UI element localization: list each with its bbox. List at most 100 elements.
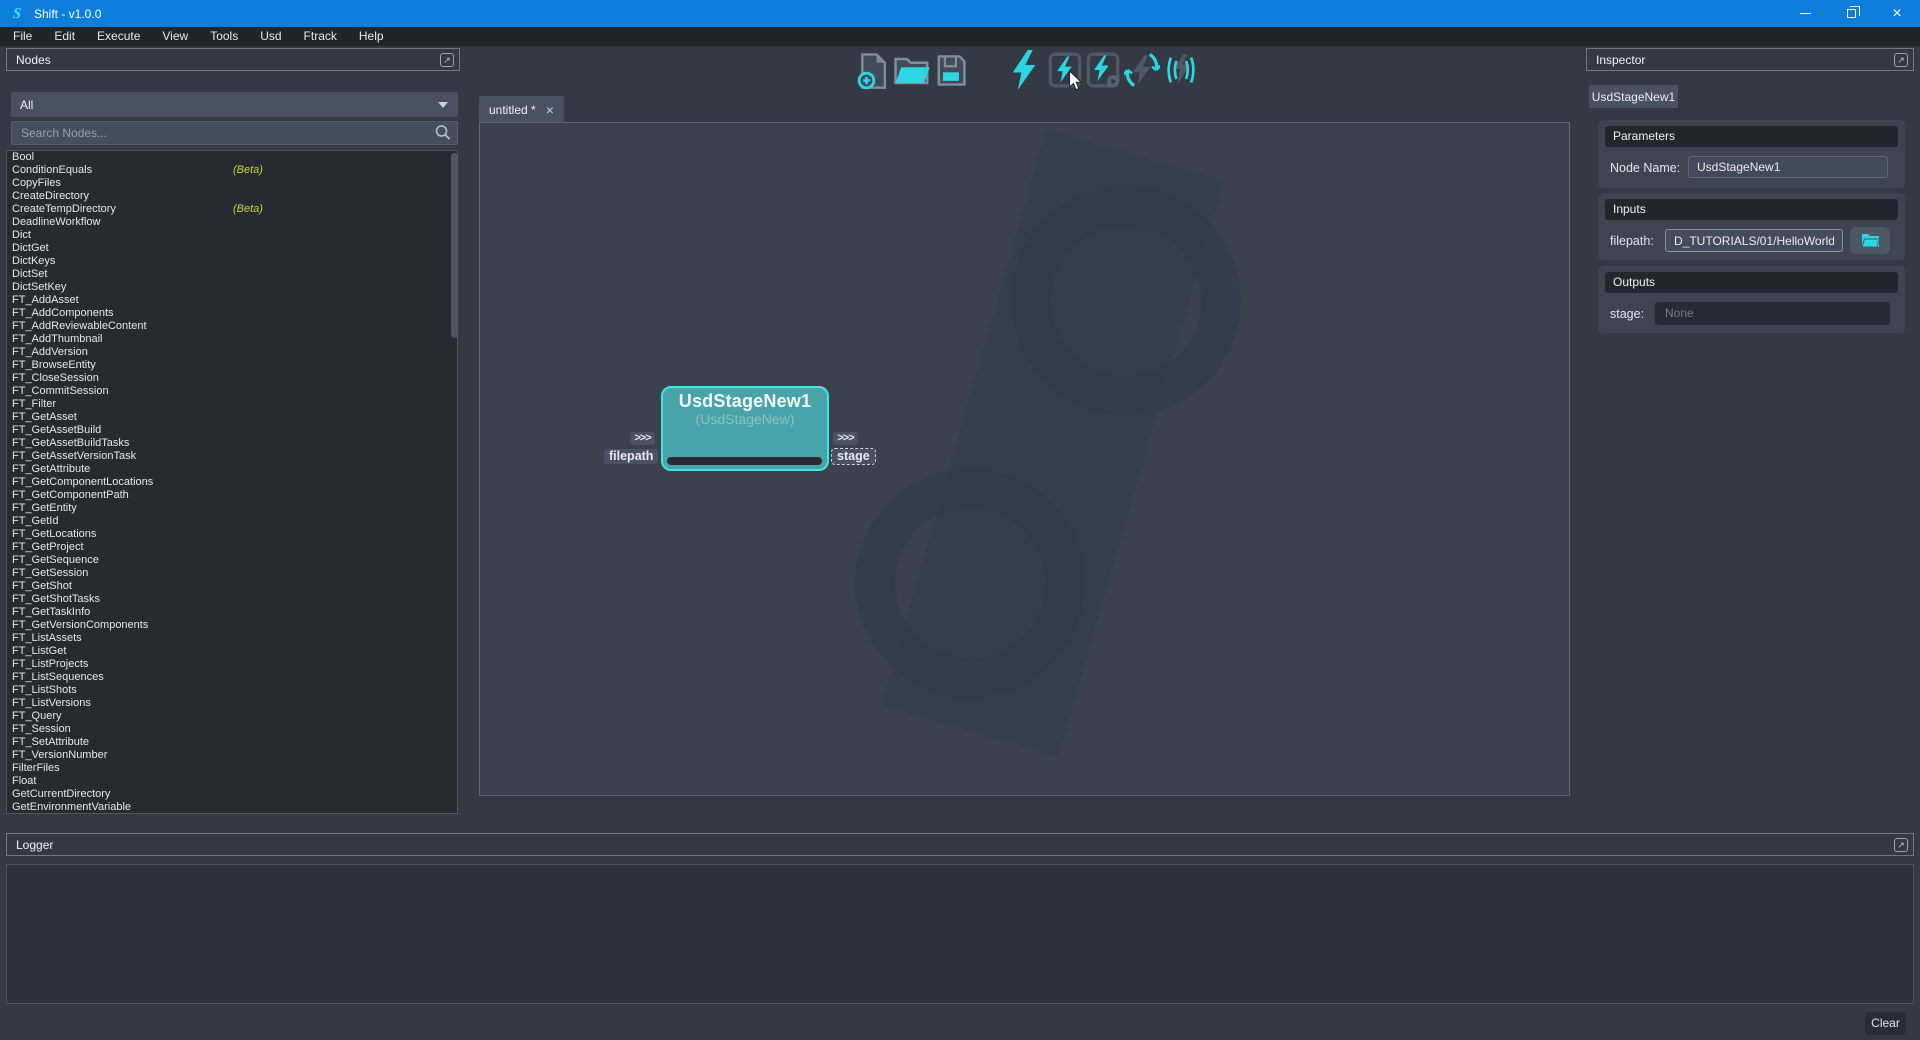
search-input[interactable]: [11, 121, 458, 145]
list-item[interactable]: FT_GetAssetVersionTask: [7, 450, 457, 463]
logger-output: [6, 864, 1914, 1004]
node-type-label: FT_AddComponents: [12, 307, 114, 319]
save-scene-icon[interactable]: [935, 54, 967, 87]
list-item[interactable]: CreateTempDirectory (Beta): [7, 203, 457, 216]
list-item[interactable]: FT_ListSequences: [7, 671, 457, 684]
list-item[interactable]: FT_AddReviewableContent: [7, 320, 457, 333]
list-item[interactable]: FT_GetProject: [7, 541, 457, 554]
menu-item[interactable]: Tools: [199, 27, 249, 46]
node-filter-dropdown[interactable]: All: [11, 92, 458, 117]
soft-execute-icon[interactable]: [1124, 51, 1160, 89]
list-item[interactable]: FT_Filter: [7, 398, 457, 411]
input-port-label[interactable]: filepath: [604, 449, 658, 464]
menu-item[interactable]: Edit: [43, 27, 86, 46]
list-item[interactable]: FT_ListShots: [7, 684, 457, 697]
node-graph-canvas[interactable]: UsdStageNew1 (UsdStageNew) >>> filepath …: [479, 122, 1570, 796]
list-item[interactable]: FT_GetComponentPath: [7, 489, 457, 502]
list-scrollbar-handle[interactable]: [451, 153, 458, 338]
list-item[interactable]: FT_AddAsset: [7, 294, 457, 307]
node-name-input[interactable]: [1688, 156, 1888, 178]
list-item[interactable]: FT_VersionNumber: [7, 749, 457, 762]
node-type-label: FilterFiles: [12, 762, 60, 774]
menu-item[interactable]: Execute: [86, 27, 151, 46]
list-item[interactable]: FT_GetAttribute: [7, 463, 457, 476]
node-type-label: FT_GetShot: [12, 580, 72, 592]
menu-item[interactable]: Ftrack: [293, 27, 348, 46]
list-item[interactable]: FT_CommitSession: [7, 385, 457, 398]
list-item[interactable]: FT_GetVersionComponents: [7, 619, 457, 632]
list-item[interactable]: DictSetKey: [7, 281, 457, 294]
execute-from-selected-icon[interactable]: [1086, 52, 1120, 88]
list-item[interactable]: FT_ListVersions: [7, 697, 457, 710]
float-panel-icon[interactable]: [1894, 53, 1908, 67]
list-item[interactable]: FT_GetTaskInfo: [7, 606, 457, 619]
title-bar: S Shift - v1.0.0 ×: [0, 0, 1920, 27]
mouse-cursor: [1068, 70, 1084, 92]
inspector-node-tab-label: UsdStageNew1: [1592, 90, 1675, 104]
live-execute-icon[interactable]: [1163, 53, 1199, 87]
node-type-list[interactable]: Bool ConditionEquals (Beta) CopyFiles Cr…: [6, 150, 458, 814]
list-item[interactable]: FilterFiles: [7, 762, 457, 775]
list-item[interactable]: FT_AddThumbnail: [7, 333, 457, 346]
list-item[interactable]: FT_GetShotTasks: [7, 593, 457, 606]
menu-item[interactable]: Usd: [249, 27, 292, 46]
node-type-label: FT_Filter: [12, 398, 56, 410]
list-item[interactable]: Bool: [7, 151, 457, 164]
list-item[interactable]: FT_GetLocations: [7, 528, 457, 541]
minimize-button[interactable]: [1782, 0, 1828, 27]
list-item[interactable]: FT_Query: [7, 710, 457, 723]
float-panel-icon[interactable]: [1894, 838, 1908, 852]
list-item[interactable]: Float: [7, 775, 457, 788]
list-item[interactable]: FT_AddComponents: [7, 307, 457, 320]
open-scene-icon[interactable]: [893, 55, 931, 87]
filepath-input[interactable]: [1665, 229, 1843, 252]
menu-item[interactable]: View: [151, 27, 199, 46]
list-item[interactable]: FT_GetSession: [7, 567, 457, 580]
inspector-node-tab[interactable]: UsdStageNew1: [1589, 85, 1678, 108]
list-item[interactable]: Dict: [7, 229, 457, 242]
usd-stage-new-node[interactable]: UsdStageNew1 (UsdStageNew): [661, 386, 829, 471]
list-item[interactable]: FT_GetSequence: [7, 554, 457, 567]
list-item[interactable]: FT_GetId: [7, 515, 457, 528]
list-item[interactable]: FT_ListProjects: [7, 658, 457, 671]
list-item[interactable]: FT_ListGet: [7, 645, 457, 658]
node-type-label: Dict: [12, 229, 31, 241]
list-item[interactable]: FT_Session: [7, 723, 457, 736]
list-item[interactable]: CopyFiles: [7, 177, 457, 190]
restore-button[interactable]: [1828, 0, 1874, 27]
editor-tab[interactable]: untitled * ×: [479, 96, 564, 123]
list-item[interactable]: GetEnvironmentVariable: [7, 801, 457, 814]
list-item[interactable]: DeadlineWorkflow: [7, 216, 457, 229]
list-item[interactable]: GetCurrentDirectory: [7, 788, 457, 801]
list-item[interactable]: FT_GetShot: [7, 580, 457, 593]
clear-logger-button[interactable]: Clear: [1865, 1012, 1906, 1035]
list-item[interactable]: DictKeys: [7, 255, 457, 268]
list-item[interactable]: FT_GetComponentLocations: [7, 476, 457, 489]
list-item[interactable]: FT_BrowseEntity: [7, 359, 457, 372]
list-item[interactable]: FT_GetAsset: [7, 411, 457, 424]
output-port-label[interactable]: stage: [832, 449, 875, 464]
list-item[interactable]: DictGet: [7, 242, 457, 255]
new-scene-icon[interactable]: [855, 52, 891, 90]
menu-item[interactable]: File: [2, 27, 43, 46]
list-item[interactable]: FT_SetAttribute: [7, 736, 457, 749]
float-panel-icon[interactable]: [440, 53, 454, 67]
list-item[interactable]: FT_GetAssetBuild: [7, 424, 457, 437]
menu-item[interactable]: Help: [348, 27, 395, 46]
node-type-label: FT_AddThumbnail: [12, 333, 103, 345]
list-item[interactable]: FT_CloseSession: [7, 372, 457, 385]
list-item[interactable]: CreateDirectory: [7, 190, 457, 203]
node-type-label: FT_GetSequence: [12, 554, 99, 566]
output-port-connector[interactable]: >>>: [833, 432, 858, 445]
input-port-connector[interactable]: >>>: [630, 432, 655, 445]
browse-file-button[interactable]: [1850, 227, 1890, 254]
list-item[interactable]: FT_ListAssets: [7, 632, 457, 645]
list-item[interactable]: FT_GetAssetBuildTasks: [7, 437, 457, 450]
execute-icon[interactable]: [1010, 50, 1038, 90]
list-item[interactable]: ConditionEquals (Beta): [7, 164, 457, 177]
list-item[interactable]: FT_GetEntity: [7, 502, 457, 515]
tab-close-icon[interactable]: ×: [546, 103, 554, 117]
close-button[interactable]: ×: [1874, 0, 1920, 27]
list-item[interactable]: DictSet: [7, 268, 457, 281]
list-item[interactable]: FT_AddVersion: [7, 346, 457, 359]
